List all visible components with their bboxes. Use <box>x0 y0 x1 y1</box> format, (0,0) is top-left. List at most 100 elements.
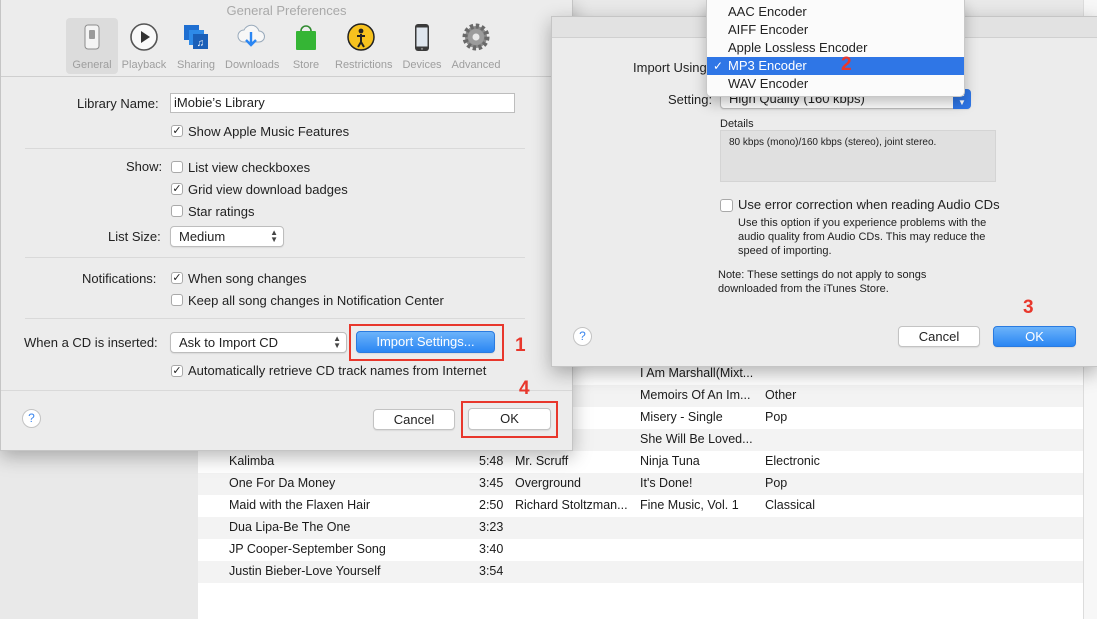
section-divider <box>25 148 525 149</box>
highlight-box-import-settings <box>349 324 504 361</box>
table-row[interactable]: Kalimba 5:48 Mr. Scruff Ninja Tuna Electroni… <box>198 451 1083 473</box>
cell-artist: Richard Stoltzman... <box>515 498 628 512</box>
step-4-marker: 4 <box>519 378 530 399</box>
sharing-icon: ♫ <box>184 25 208 49</box>
error-correction-label: Use error correction when reading Audio … <box>738 197 1000 212</box>
cell-genre: Pop <box>765 410 788 424</box>
table-row[interactable]: Justin Bieber-Love Yourself 3:54 <box>198 561 1083 583</box>
step-1-marker: 1 <box>515 335 526 356</box>
table-row[interactable]: One For Da Money 3:45 Overground It's Done!… <box>198 473 1083 495</box>
tab-store[interactable]: Store <box>280 18 332 74</box>
cell-album: She Will Be Loved... <box>640 432 753 446</box>
note-line: Note: These settings do not apply to son… <box>718 269 927 281</box>
encoder-menu: AAC Encoder AIFF Encoder Apple Lossless En… <box>706 0 965 97</box>
cell-genre: Pop <box>765 476 788 490</box>
auto-retrieve-checkbox[interactable]: ✓ <box>171 365 183 377</box>
menu-item-label: MP3 Encoder <box>728 58 807 73</box>
menu-item-aiff-encoder[interactable]: AIFF Encoder <box>707 21 964 39</box>
ok-button[interactable]: OK <box>993 326 1076 347</box>
error-correction-checkbox[interactable] <box>720 199 733 212</box>
devices-phone-icon <box>415 24 429 51</box>
tab-general-label: General <box>72 59 112 71</box>
cell-artist: Mr. Scruff <box>515 454 569 468</box>
section-divider <box>25 318 525 319</box>
advanced-gear-icon <box>462 23 490 51</box>
play-icon <box>130 23 158 51</box>
note-line: downloaded from the iTunes Store. <box>718 283 889 295</box>
menu-item-wav-encoder[interactable]: WAV Encoder <box>707 75 964 93</box>
cell-time: 3:23 <box>479 520 504 534</box>
tab-restrictions-label: Restrictions <box>335 59 393 71</box>
cell-album: I Am Marshall(Mixt... <box>640 366 754 380</box>
cell-time: 3:45 <box>479 476 504 490</box>
svg-text:♫: ♫ <box>197 38 205 49</box>
tab-devices-label: Devices <box>402 59 442 71</box>
tab-playback[interactable]: Playback <box>118 18 170 74</box>
table-row[interactable]: Dua Lipa-Be The One 3:23 <box>198 517 1083 539</box>
menu-item-label: WAV Encoder <box>728 76 809 91</box>
cell-name: One For Da Money <box>229 476 336 490</box>
general-switch-icon <box>84 24 100 50</box>
cancel-button[interactable]: Cancel <box>898 326 980 347</box>
menu-item-apple-lossless-encoder[interactable]: Apple Lossless Encoder <box>707 39 964 57</box>
list-size-select[interactable]: Medium ▲ ▼ <box>170 226 284 247</box>
menu-item-label: Apple Lossless Encoder <box>728 40 868 55</box>
table-row[interactable]: Maid with the Flaxen Hair 2:50 Richard Sto… <box>198 495 1083 517</box>
show-apple-music-checkbox[interactable]: ✓ <box>171 125 183 137</box>
keep-all-changes-checkbox[interactable] <box>171 294 183 306</box>
grid-view-badges-checkbox[interactable]: ✓ <box>171 183 183 195</box>
grid-view-badges-label: Grid view download badges <box>188 182 348 197</box>
setting-label: Setting: <box>668 92 713 107</box>
show-label: Show: <box>126 159 163 174</box>
keep-all-changes-label: Keep all song changes in Notification Ce… <box>188 293 444 308</box>
tab-general[interactable]: General <box>66 18 118 74</box>
store-bag-icon <box>296 25 316 50</box>
restrictions-icon <box>347 23 375 51</box>
notifications-label: Notifications: <box>82 271 157 286</box>
cell-artist: Overground <box>515 476 582 490</box>
tab-playback-label: Playback <box>121 59 167 71</box>
library-name-field[interactable]: iMobie’s Library <box>170 93 515 113</box>
cell-album: Fine Music, Vol. 1 <box>640 498 739 512</box>
section-divider <box>25 257 525 258</box>
star-ratings-checkbox[interactable] <box>171 205 183 217</box>
cell-name: Maid with the Flaxen Hair <box>229 498 371 512</box>
cell-time: 5:48 <box>479 454 504 468</box>
cell-genre: Classical <box>765 498 816 512</box>
details-text: 80 kbps (mono)/160 kbps (stereo), joint … <box>729 137 937 148</box>
cd-action-select[interactable]: Ask to Import CD ▲ ▼ <box>170 332 347 353</box>
highlight-box-ok <box>461 401 558 438</box>
menu-item-label: AAC Encoder <box>728 4 807 19</box>
tab-restrictions[interactable]: Restrictions <box>335 18 393 74</box>
empty-row <box>198 583 1083 605</box>
help-button[interactable]: ? <box>22 409 41 428</box>
cell-album: Memoirs Of An Im... <box>640 388 751 402</box>
updown-icon: ▲ ▼ <box>333 334 341 350</box>
help-button[interactable]: ? <box>573 327 592 346</box>
list-view-checkboxes-checkbox[interactable] <box>171 161 183 173</box>
menu-item-mp3-encoder[interactable]: ✓ MP3 Encoder <box>707 57 964 75</box>
updown-icon: ▲ ▼ <box>270 228 278 244</box>
tab-advanced-label: Advanced <box>451 59 501 71</box>
tab-advanced[interactable]: Advanced <box>450 18 502 74</box>
menu-item-label: AIFF Encoder <box>728 22 809 37</box>
tab-downloads[interactable]: Downloads <box>225 18 279 74</box>
checkmark-icon: ✓ <box>713 59 724 73</box>
tab-store-label: Store <box>292 59 320 71</box>
tab-sharing[interactable]: ♫ Sharing <box>170 18 222 74</box>
cancel-button[interactable]: Cancel <box>373 409 455 430</box>
general-preferences-window: General Preferences General Playback ♫ S… <box>0 0 573 451</box>
cell-name: JP Cooper-September Song <box>229 542 386 556</box>
import-using-label: Import Using: <box>633 60 711 75</box>
cell-album: It's Done! <box>640 476 693 490</box>
when-song-changes-checkbox[interactable]: ✓ <box>171 272 183 284</box>
list-size-value: Medium <box>179 229 226 244</box>
cell-name: Justin Bieber-Love Yourself <box>229 564 381 578</box>
menu-item-aac-encoder[interactable]: AAC Encoder <box>707 3 964 21</box>
table-row[interactable]: JP Cooper-September Song 3:40 <box>198 539 1083 561</box>
details-label: Details <box>720 118 754 130</box>
step-2-marker: 2 <box>841 54 852 75</box>
cell-time: 3:40 <box>479 542 504 556</box>
details-box: 80 kbps (mono)/160 kbps (stereo), joint … <box>720 130 996 182</box>
tab-devices[interactable]: Devices <box>396 18 448 74</box>
